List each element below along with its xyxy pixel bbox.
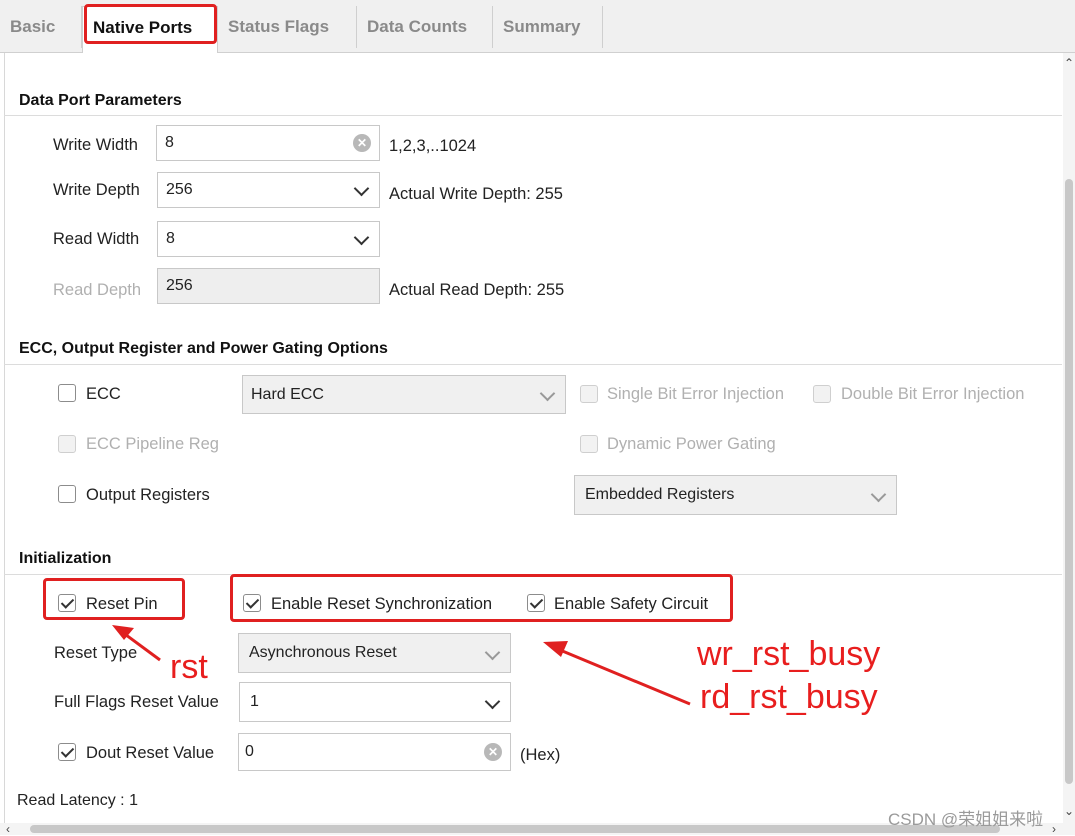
vertical-scroll-thumb[interactable] [1065, 179, 1073, 784]
horizontal-scroll-thumb[interactable] [30, 825, 1000, 833]
watermark: CSDN @荣姐姐来啦 [888, 810, 1044, 829]
scroll-down-icon[interactable]: ⌄ [1064, 805, 1074, 817]
rd-rst-busy-annotation: rd_rst_busy [700, 678, 878, 716]
annotation-arrows [112, 625, 691, 706]
rst-arrow-line [121, 630, 161, 662]
wr-rst-busy-annotation: wr_rst_busy [697, 635, 881, 673]
vertical-scrollbar[interactable]: ⌃ ⌄ [1063, 53, 1075, 823]
scroll-up-icon[interactable]: ⌃ [1064, 57, 1074, 69]
scroll-right-icon[interactable]: › [1052, 823, 1056, 835]
busy-arrow-head [543, 641, 568, 657]
busy-arrow-line [559, 648, 691, 706]
rst-annotation: rst [170, 648, 208, 686]
scroll-left-icon[interactable]: ‹ [6, 823, 10, 835]
